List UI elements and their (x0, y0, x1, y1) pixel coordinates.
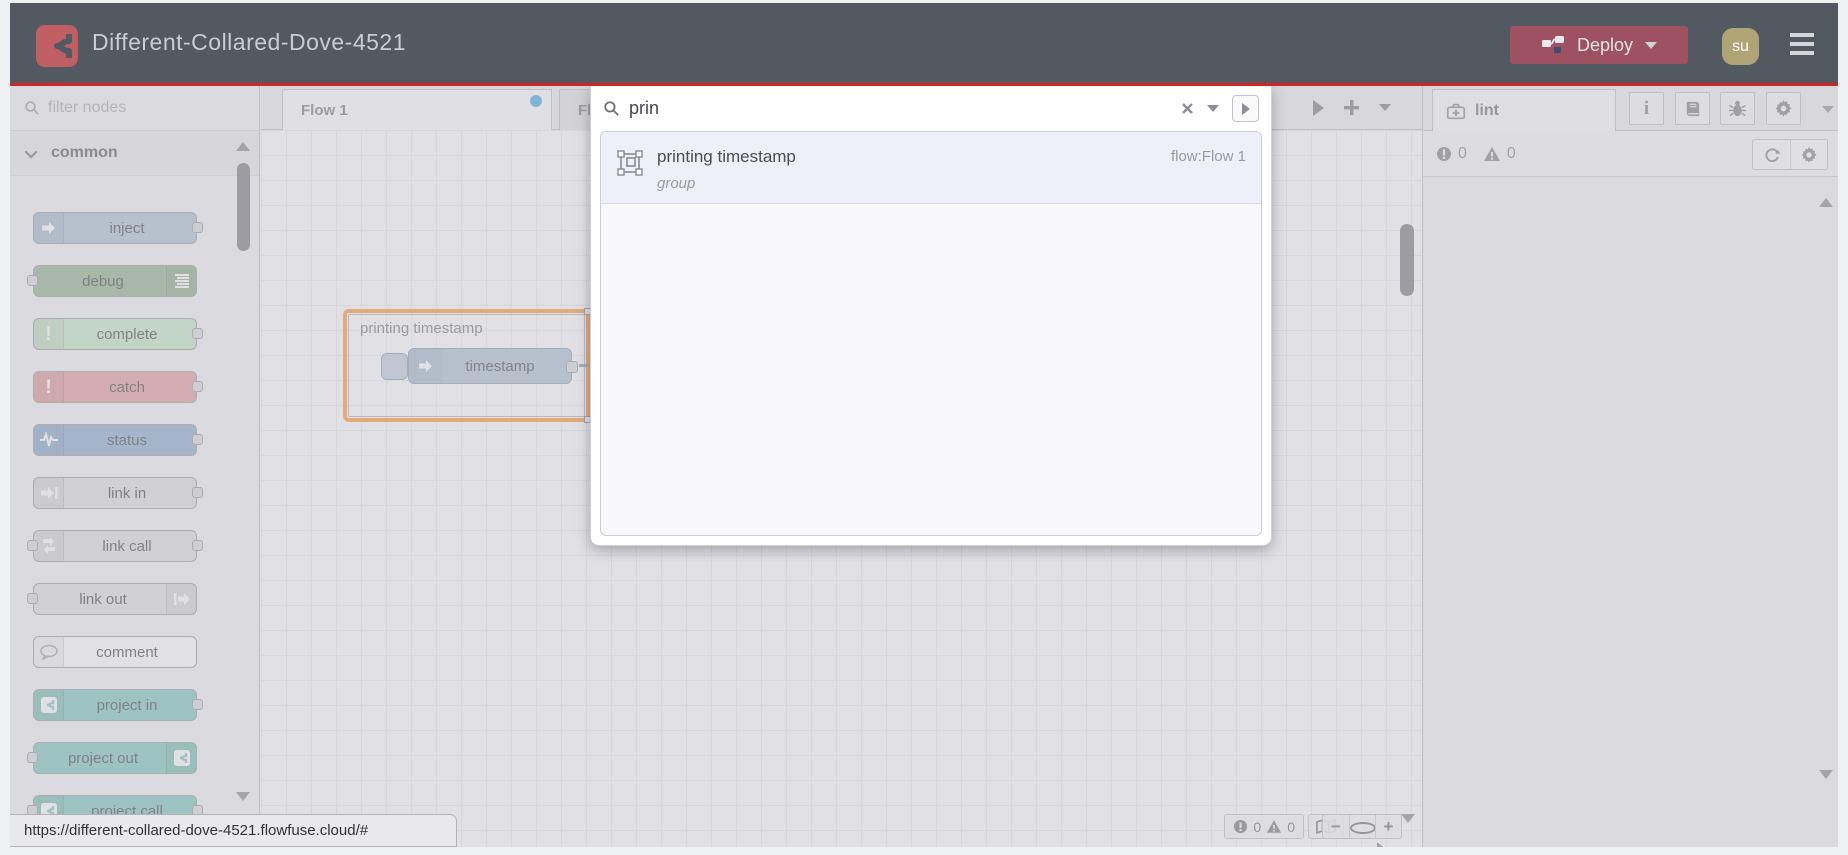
search-icon (604, 101, 619, 116)
hamburger-icon (1790, 33, 1814, 37)
clear-search-icon[interactable] (1181, 102, 1194, 115)
group-icon (616, 149, 644, 182)
search-result-item[interactable]: printing timestamp group flow:Flow 1 (601, 132, 1261, 204)
deploy-options-caret-icon[interactable] (1645, 41, 1658, 49)
main-menu-button[interactable] (1790, 33, 1814, 60)
search-results-list: printing timestamp group flow:Flow 1 (600, 131, 1262, 536)
result-flow: flow:Flow 1 (1170, 148, 1246, 165)
result-name: printing timestamp (657, 147, 796, 166)
app-header: Different-Collared-Dove-4521 Deploy su (10, 3, 1838, 86)
user-avatar[interactable]: su (1722, 28, 1759, 65)
search-input[interactable]: prin (629, 98, 1172, 119)
deploy-nodes-icon (1541, 36, 1564, 53)
search-history-caret[interactable] (1207, 105, 1219, 112)
search-dialog: prin printing timestamp group flow:Flow … (590, 86, 1272, 546)
deploy-button[interactable]: Deploy (1510, 26, 1688, 64)
flowfuse-logo-icon (36, 25, 78, 67)
deploy-label: Deploy (1576, 34, 1634, 55)
result-type: group (657, 175, 696, 192)
app-window: Different-Collared-Dove-4521 Deploy su f… (10, 3, 1838, 847)
chevron-right-icon (1241, 102, 1250, 115)
browser-status-url: https://different-collared-dove-4521.flo… (10, 814, 457, 847)
search-input-row[interactable]: prin (591, 86, 1271, 131)
instance-title: Different-Collared-Dove-4521 (92, 29, 406, 55)
search-options-button[interactable] (1232, 95, 1259, 122)
